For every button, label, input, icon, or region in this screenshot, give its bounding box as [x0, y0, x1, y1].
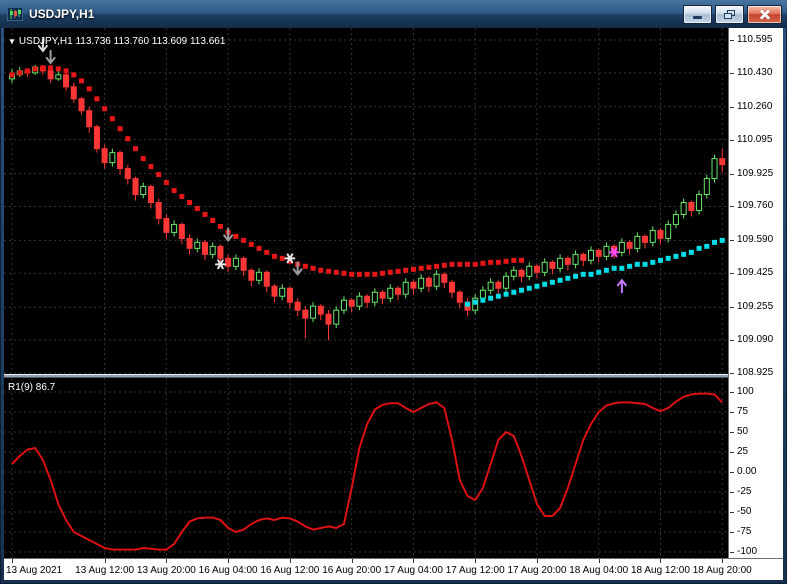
indicator-label: R1(9) 86.7: [8, 382, 56, 393]
time-axis[interactable]: 13 Aug 2021 13 Aug 12:00 13 Aug 20:00 16 Au…: [4, 558, 783, 580]
axis-tick: [730, 173, 734, 175]
axis-tick: [730, 452, 734, 453]
axis-tick: [730, 512, 734, 513]
axis-tick: [730, 273, 734, 275]
arrow-down-marker: [292, 261, 303, 276]
axis-tick: [730, 240, 734, 242]
chart-info-line: ▼ USDJPY,H1 113.736 113.760 113.609 113.6…: [8, 36, 225, 47]
axis-tick: [722, 559, 724, 563]
axis-tick: [730, 307, 734, 309]
axis-tick: [730, 373, 734, 374]
price-tick-label: 109.425: [737, 267, 774, 279]
axis-tick: [660, 559, 662, 563]
chart-icon: [7, 7, 23, 21]
price-tick-label: 108.925: [737, 367, 774, 378]
sub-grid: [4, 378, 726, 558]
axis-tick: [730, 392, 734, 393]
indicator-tick-label: 50: [737, 426, 749, 437]
indicator-tick-label: -100: [737, 546, 758, 557]
arrow-down-marker: [223, 227, 234, 242]
main-chart-canvas[interactable]: [4, 28, 726, 374]
price-tick-label: 109.925: [737, 167, 774, 179]
minimize-button[interactable]: [683, 4, 712, 24]
indicator-tick-label: 75: [737, 406, 749, 417]
price-tick-label: 109.090: [737, 334, 774, 346]
axis-tick: [730, 492, 734, 493]
restore-button[interactable]: [715, 4, 744, 24]
symbol-period-label: USDJPY,H1: [18, 36, 73, 47]
axis-tick: [730, 412, 734, 413]
price-tick-label: 109.255: [737, 301, 774, 313]
axis-tick: [730, 472, 734, 473]
main-grid: [4, 28, 726, 374]
price-tick-label: 110.095: [737, 133, 773, 145]
indicator-tick-label: -75: [737, 526, 752, 537]
red-dots-series: [9, 65, 525, 277]
indicator-tick-label: -25: [737, 486, 752, 497]
price-tick-label: 110.430: [737, 66, 773, 78]
close-icon: [759, 8, 771, 20]
axis-tick: [730, 532, 734, 533]
window-controls: [683, 4, 782, 24]
price-tick-label: 109.590: [737, 234, 774, 246]
arrow-down-marker: [45, 49, 56, 65]
axis-tick: [730, 206, 734, 208]
mt4-chart-window: USDJPY,H1 ▼ USDJPY,H1 113.736 113.760 113…: [0, 0, 787, 584]
price-tick-label: 110.260: [737, 100, 773, 112]
axis-tick: [228, 559, 230, 563]
restore-icon: [724, 9, 735, 19]
indicator-tick-label: 25: [737, 446, 749, 457]
signal-markers: [37, 37, 627, 294]
titlebar[interactable]: USDJPY,H1: [0, 0, 787, 28]
ohlc-values: 113.736 113.760 113.609 113.661: [75, 36, 226, 47]
dropdown-arrow-icon[interactable]: ▼: [8, 37, 16, 46]
axis-tick: [730, 39, 734, 41]
candles-layer: [9, 64, 726, 341]
axis-tick: [413, 559, 415, 563]
axis-tick: [475, 559, 477, 563]
close-button[interactable]: [747, 4, 782, 24]
indicator-tick-label: -50: [737, 506, 752, 517]
axis-tick: [730, 340, 734, 342]
axis-tick: [536, 559, 538, 563]
price-tick-label: 110.595: [737, 33, 773, 45]
time-tick-label: 18 Aug 20:00: [692, 565, 752, 576]
axis-tick: [598, 559, 600, 563]
chart-client-area: ▼ USDJPY,H1 113.736 113.760 113.609 113.6…: [4, 28, 783, 580]
axis-tick: [166, 559, 168, 563]
axis-tick: [12, 559, 13, 563]
axis-tick: [730, 139, 734, 141]
cyan-dots-series: [464, 237, 725, 307]
indicator-canvas[interactable]: [4, 378, 726, 558]
axis-tick: [730, 552, 734, 553]
axis-tick: [104, 559, 106, 563]
price-axis[interactable]: 110.595 110.430 110.260 110.095 109.925 109.7…: [728, 28, 783, 558]
axis-tick: [730, 106, 734, 108]
indicator-tick-label: 100: [737, 386, 754, 397]
minimize-icon: [693, 16, 702, 19]
axis-tick: [730, 72, 734, 74]
price-tick-label: 109.760: [737, 200, 774, 212]
axis-tick: [730, 432, 734, 433]
arrow-up-marker: [616, 278, 627, 294]
indicator-tick-label: 0.00: [737, 466, 757, 477]
axis-tick: [351, 559, 353, 563]
axis-tick: [289, 559, 291, 563]
window-title: USDJPY,H1: [29, 7, 95, 21]
